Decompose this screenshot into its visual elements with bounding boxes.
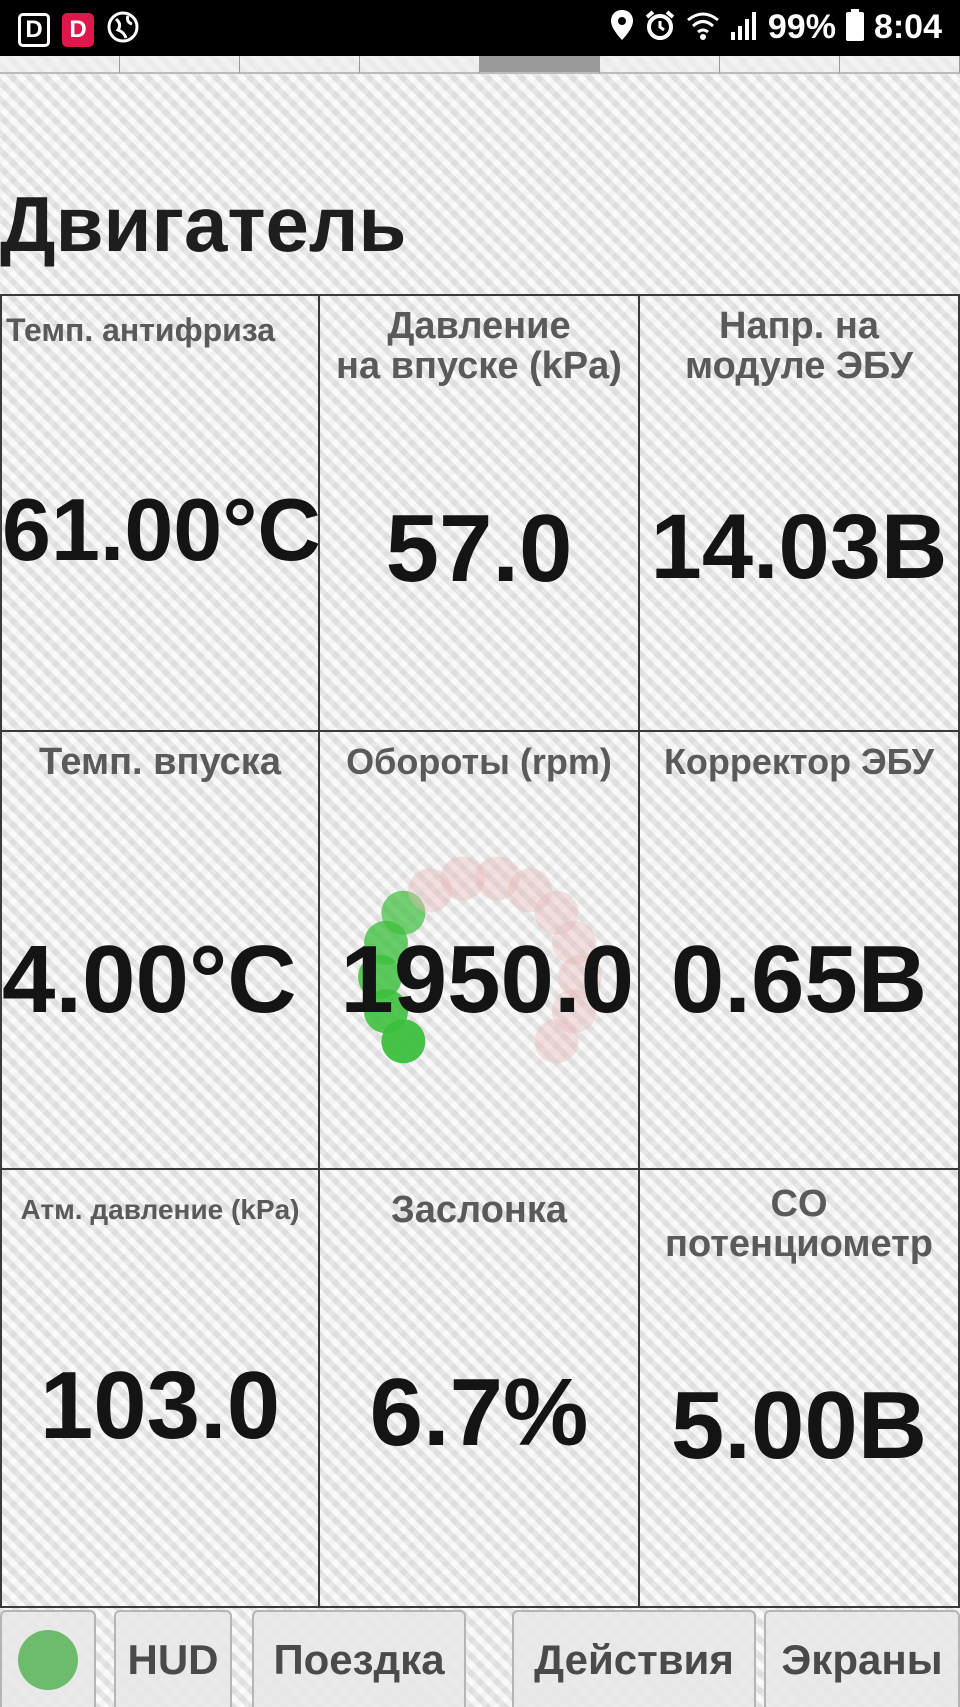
tab-trip[interactable]: Поездка [252, 1610, 466, 1707]
cell-value: 4.00°C [2, 926, 297, 1033]
cell-value: 14.03B [650, 496, 948, 598]
battery-percent: 99% [767, 8, 836, 46]
bottom-tab-bar: HUD Поездка Действия Экраны [0, 1610, 960, 1707]
page-tab[interactable] [600, 56, 720, 74]
cell-intake-temp[interactable]: Темп. впуска 4.00°C [0, 732, 320, 1170]
cell-label: Напр. на модуле ЭБУ [685, 305, 913, 387]
cell-intake-pressure[interactable]: Давление на впуске (kPa) 57.0 [320, 294, 640, 732]
page-tab[interactable] [360, 56, 480, 74]
cell-label: CO потенциометр [665, 1183, 933, 1265]
cell-ecu-corrector[interactable]: Корректор ЭБУ 0.65B [640, 732, 960, 1170]
cell-label: Давление на впуске (kPa) [336, 305, 622, 387]
cell-label: Корректор ЭБУ [663, 741, 935, 782]
clock: 8:04 [873, 8, 942, 46]
tab-screens[interactable]: Экраны [764, 1610, 960, 1707]
tab-status-indicator[interactable] [0, 1610, 96, 1707]
status-right-icons: 99% 8:04 [610, 8, 942, 47]
status-left-icons: D D [18, 10, 140, 49]
cell-value: 61.00°C [2, 480, 320, 579]
cell-label: Темп. антифриза [6, 312, 276, 348]
cell-value: 0.65B [670, 926, 928, 1033]
page-title: Двигатель [0, 180, 407, 268]
cell-label: Обороты (rpm) [346, 741, 612, 782]
page-tab-active[interactable] [480, 56, 600, 74]
page-tab[interactable] [840, 56, 960, 74]
page-tab[interactable] [0, 56, 120, 74]
gauge-grid: Темп. антифриза 61.00°C Давление на впус… [0, 294, 960, 1608]
status-bar: D D 99% 8:04 [0, 0, 960, 56]
cell-value: 6.7% [369, 1359, 589, 1466]
cell-value: 1950.0 [340, 926, 634, 1033]
alarm-icon [644, 9, 676, 46]
signal-icon [730, 10, 758, 45]
cell-label: Заслонка [390, 1189, 568, 1231]
cell-value: 5.00B [670, 1372, 928, 1479]
location-icon [610, 9, 634, 46]
cell-label: Темп. впуска [39, 741, 281, 783]
page-tab[interactable] [720, 56, 840, 74]
cell-value: 103.0 [39, 1352, 281, 1459]
cell-coolant-temp[interactable]: Темп. антифриза 61.00°C [0, 294, 320, 732]
tab-hud[interactable]: HUD [114, 1610, 232, 1707]
cell-rpm[interactable]: Обороты (rpm) 1950.0 [320, 732, 640, 1170]
cell-label: Атм. давление (kPa) [20, 1194, 300, 1225]
connection-status-icon [18, 1629, 78, 1690]
page-tabs-strip[interactable] [0, 56, 960, 74]
page-tab[interactable] [120, 56, 240, 74]
cell-co-pot[interactable]: CO потенциометр 5.00B [640, 1170, 960, 1608]
battery-icon [845, 9, 864, 46]
cell-atm-pressure[interactable]: Атм. давление (kPa) 103.0 [0, 1170, 320, 1608]
wifi-icon [686, 10, 720, 45]
cell-value: 57.0 [385, 495, 573, 602]
tab-actions[interactable]: Действия [512, 1610, 756, 1707]
app-d-red-icon: D [62, 12, 94, 47]
page-tab[interactable] [240, 56, 360, 74]
globe-icon [106, 10, 140, 49]
cell-throttle[interactable]: Заслонка 6.7% [320, 1170, 640, 1608]
app-d-icon: D [18, 12, 50, 47]
cell-ecu-voltage[interactable]: Напр. на модуле ЭБУ 14.03B [640, 294, 960, 732]
